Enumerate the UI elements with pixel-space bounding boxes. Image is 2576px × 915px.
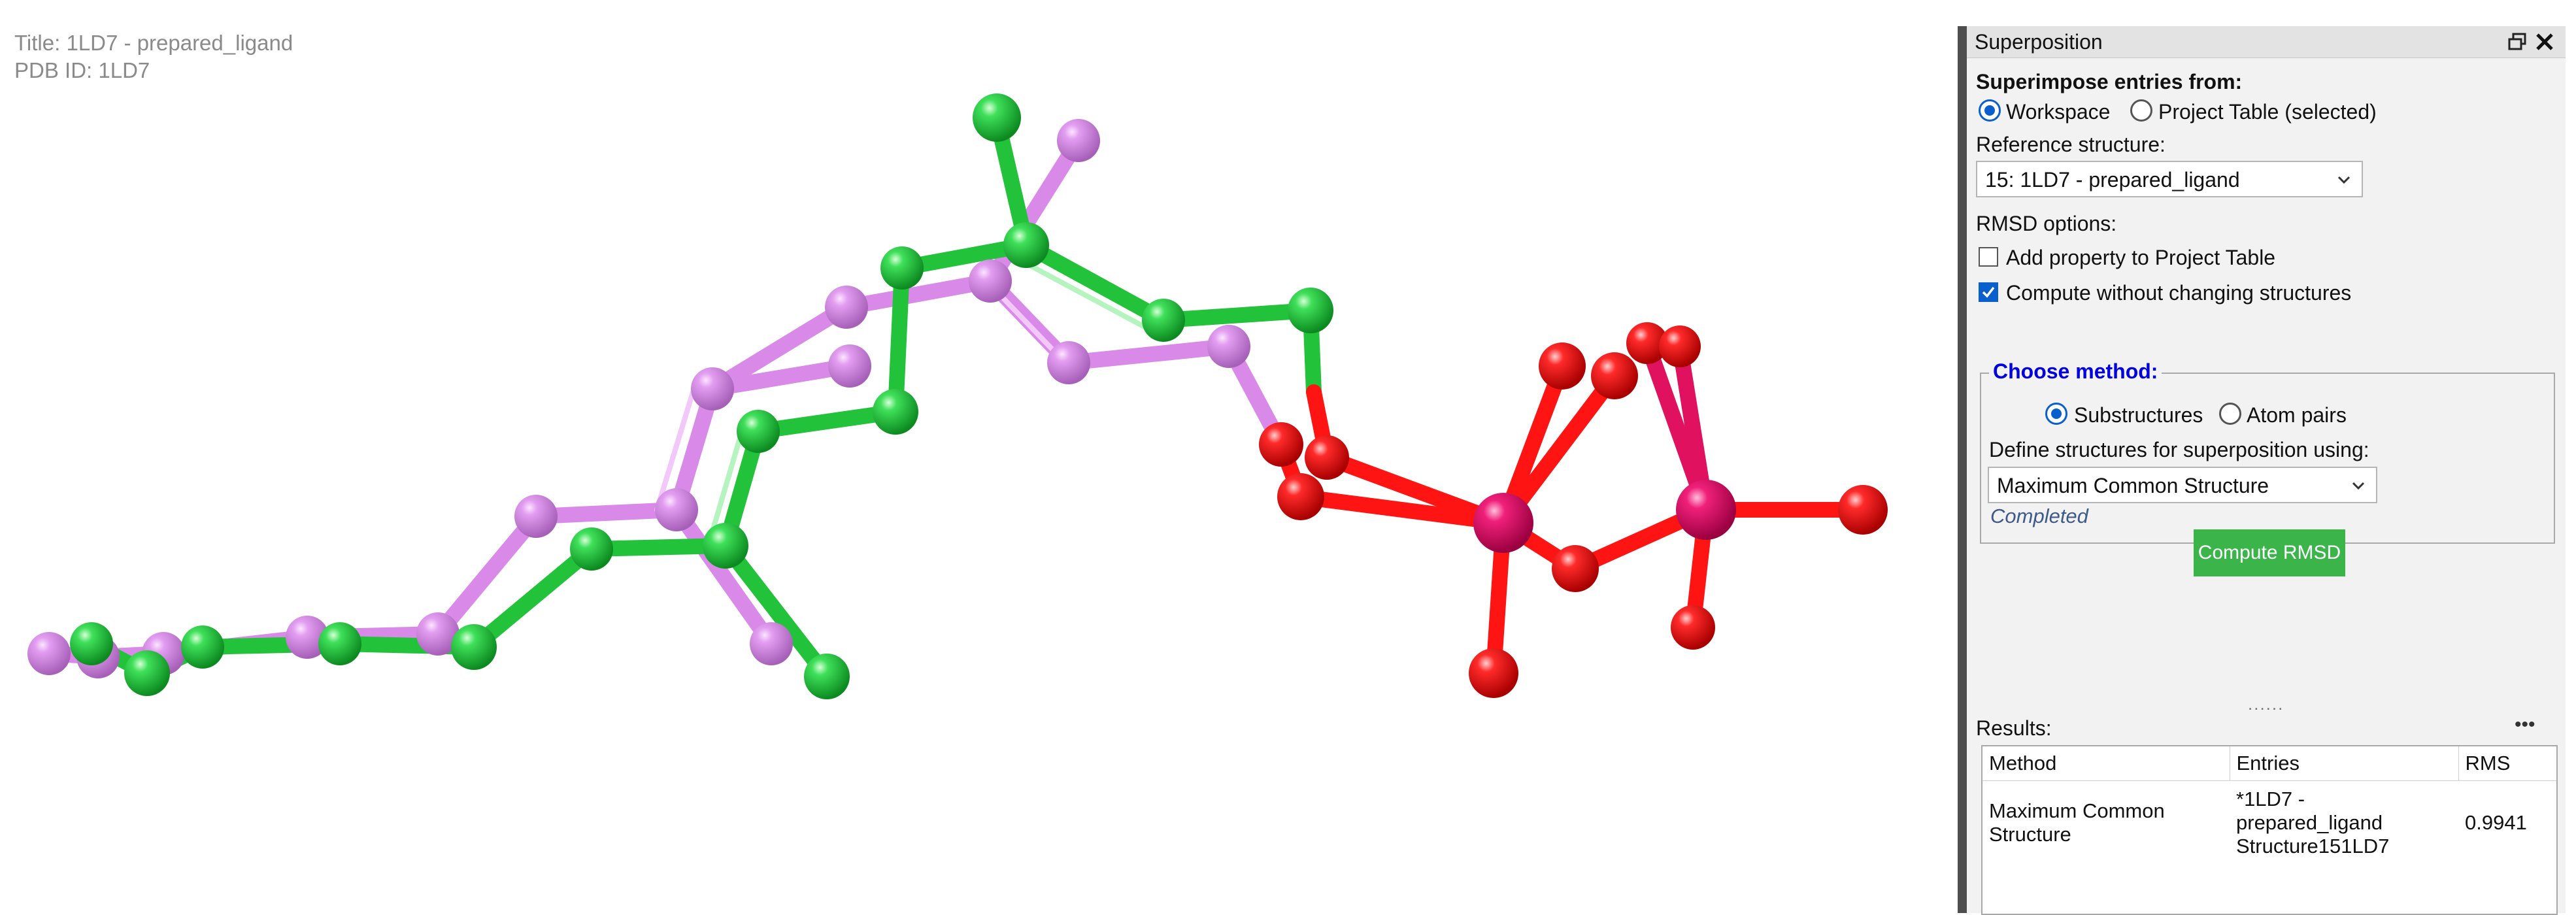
add-property-checkbox[interactable] xyxy=(1979,247,1998,267)
close-icon[interactable] xyxy=(2532,29,2558,55)
results-menu-icon[interactable]: ••• xyxy=(2515,714,2535,736)
panel-titlebar: Superposition xyxy=(1967,26,2566,58)
reference-structure-label: Reference structure: xyxy=(1976,133,2166,156)
radio-project-table[interactable] xyxy=(2130,99,2152,122)
chevron-down-icon xyxy=(2350,477,2367,497)
result-entries-cell: *1LD7 - prepared_ligand Structure151LD7 xyxy=(2230,781,2458,865)
radio-atom-pairs[interactable] xyxy=(2219,403,2241,425)
superposition-panel: Superposition Superimpose entries from: … xyxy=(1958,26,2566,915)
define-structures-value: Maximum Common Structure xyxy=(1997,474,2269,497)
choose-method-title: Choose method: xyxy=(1989,359,2162,384)
radio-workspace[interactable] xyxy=(1979,99,2001,122)
compute-rmsd-button[interactable]: Compute RMSD xyxy=(2194,529,2345,576)
choose-method-group: Choose method: Substructures Atom pairs … xyxy=(1980,359,2555,544)
ligand-green-double-bonds xyxy=(707,256,1153,545)
results-table: Method Entries RMS Maximum Common Struct… xyxy=(1982,746,2556,865)
results-label: Results: xyxy=(1976,716,2052,740)
phosphate-bonds xyxy=(1273,335,1871,681)
compute-without-changing-checkbox[interactable] xyxy=(1979,282,1998,302)
molecule-rendering[interactable] xyxy=(0,0,1954,913)
table-row[interactable]: Maximum Common Structure *1LD7 - prepare… xyxy=(1982,781,2556,865)
reference-structure-value: 15: 1LD7 - prepared_ligand xyxy=(1985,168,2240,191)
results-column-rms[interactable]: RMS xyxy=(2458,746,2556,781)
rmsd-options-label: RMSD options: xyxy=(1976,212,2117,235)
panel-title: Superposition xyxy=(1975,30,2103,54)
result-rms-cell: 0.9941 xyxy=(2465,811,2527,834)
chevron-down-icon xyxy=(2335,171,2352,191)
add-property-label[interactable]: Add property to Project Table xyxy=(2006,246,2275,270)
status-text: Completed xyxy=(1990,505,2088,527)
restore-window-icon[interactable] xyxy=(2504,29,2530,55)
define-structures-label: Define structures for superposition usin… xyxy=(1989,438,2369,461)
result-entries-line: prepared_ligand xyxy=(2236,811,2383,834)
define-structures-select[interactable]: Maximum Common Structure xyxy=(1988,467,2377,503)
result-method-line: Structure xyxy=(1989,823,2071,846)
results-table-container[interactable]: Method Entries RMS Maximum Common Struct… xyxy=(1981,745,2558,915)
result-method-line: Maximum Common xyxy=(1989,799,2165,822)
result-method-cell: Maximum Common Structure xyxy=(1982,781,2230,865)
compute-without-changing-label[interactable]: Compute without changing structures xyxy=(2006,281,2351,305)
superimpose-from-label: Superimpose entries from: xyxy=(1976,70,2243,93)
reference-structure-select[interactable]: 15: 1LD7 - prepared_ligand xyxy=(1976,161,2363,197)
workspace-viewport[interactable]: Title: 1LD7 - prepared_ligand PDB ID: 1L… xyxy=(0,0,1954,913)
checkmark-icon xyxy=(1982,286,1995,298)
panel-splitter-handle[interactable]: ...... xyxy=(2248,694,2284,714)
radio-atom-pairs-label[interactable]: Atom pairs xyxy=(2247,403,2347,427)
ligand-violet-atoms xyxy=(27,119,1250,678)
radio-workspace-label[interactable]: Workspace xyxy=(2006,100,2110,124)
radio-project-table-label[interactable]: Project Table (selected) xyxy=(2158,100,2377,124)
radio-substructures[interactable] xyxy=(2045,403,2067,425)
results-column-method[interactable]: Method xyxy=(1982,746,2230,781)
results-column-entries[interactable]: Entries xyxy=(2230,746,2459,781)
results-header-row: Method Entries RMS xyxy=(1982,746,2556,781)
radio-substructures-label[interactable]: Substructures xyxy=(2074,403,2203,427)
result-entries-line: Structure151LD7 xyxy=(2236,835,2390,857)
result-entries-line: *1LD7 - xyxy=(2236,788,2305,810)
ligand-violet-bonds xyxy=(41,133,1289,665)
